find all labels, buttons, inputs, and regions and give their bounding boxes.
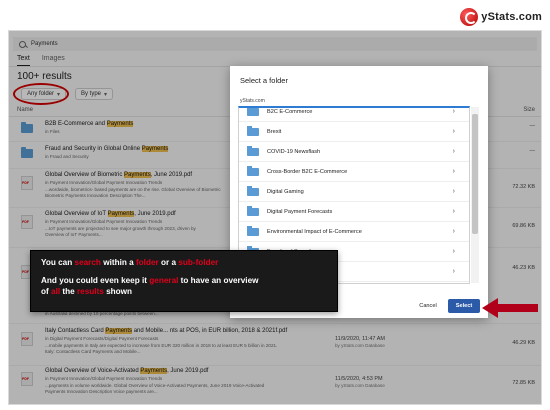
folder-label: COVID-19 Newsflash [267, 148, 321, 155]
folder-icon [247, 225, 259, 236]
folder-icon [247, 108, 259, 116]
tutorial-callout: You can search within a folder or a sub-… [30, 250, 338, 312]
callout-line-1: You can search within a folder or a sub-… [41, 258, 219, 267]
folder-item[interactable]: Brexit › [239, 122, 469, 142]
chevron-right-icon: › [452, 188, 455, 195]
folder-item[interactable]: COVID-19 Newsflash › [239, 142, 469, 162]
folder-item[interactable]: Digital Gaming › [239, 182, 469, 202]
chevron-right-icon: › [452, 108, 455, 115]
chevron-right-icon: › [452, 228, 455, 235]
folder-item[interactable]: Digital Payment Forecasts › [239, 202, 469, 222]
chevron-right-icon: › [452, 208, 455, 215]
folder-label: Digital Payment Forecasts [267, 208, 333, 215]
cancel-button[interactable]: Cancel [412, 299, 444, 313]
scrollbar-thumb[interactable] [472, 114, 478, 234]
folder-item[interactable]: Environmental Impact of E-Commerce › [239, 222, 469, 242]
logo-text: yStats.com [481, 11, 542, 23]
chevron-right-icon: › [452, 148, 455, 155]
chevron-right-icon: › [452, 248, 455, 255]
folder-label: Environmental Impact of E-Commerce [267, 228, 362, 235]
select-button[interactable]: Select [448, 299, 480, 313]
folder-item[interactable]: B2C E-Commerce › [239, 108, 469, 122]
folder-label: Cross-Border B2C E-Commerce [267, 168, 348, 175]
folder-label: Brexit [267, 128, 282, 135]
folder-icon [247, 125, 259, 136]
folder-icon [247, 165, 259, 176]
chevron-right-icon: › [452, 168, 455, 175]
arrow-left-icon [482, 298, 538, 318]
breadcrumb[interactable]: yStats.com [240, 98, 265, 104]
ystats-logo: yStats.com [460, 6, 542, 28]
dialog-title: Select a folder [240, 76, 288, 85]
annotation-arrow [482, 298, 538, 318]
folder-item[interactable]: Cross-Border B2C E-Commerce › [239, 162, 469, 182]
folder-icon [247, 145, 259, 156]
ystats-logo-icon [460, 8, 479, 26]
folder-icon [247, 205, 259, 216]
folder-icon [247, 185, 259, 196]
chevron-right-icon: › [452, 268, 455, 275]
folder-label: Digital Gaming [267, 188, 304, 195]
callout-line-2: And you could even keep it general to ha… [41, 276, 259, 285]
folder-label: B2C E-Commerce [267, 108, 313, 115]
callout-line-3: of all the results shown [41, 287, 133, 296]
chevron-right-icon: › [452, 128, 455, 135]
